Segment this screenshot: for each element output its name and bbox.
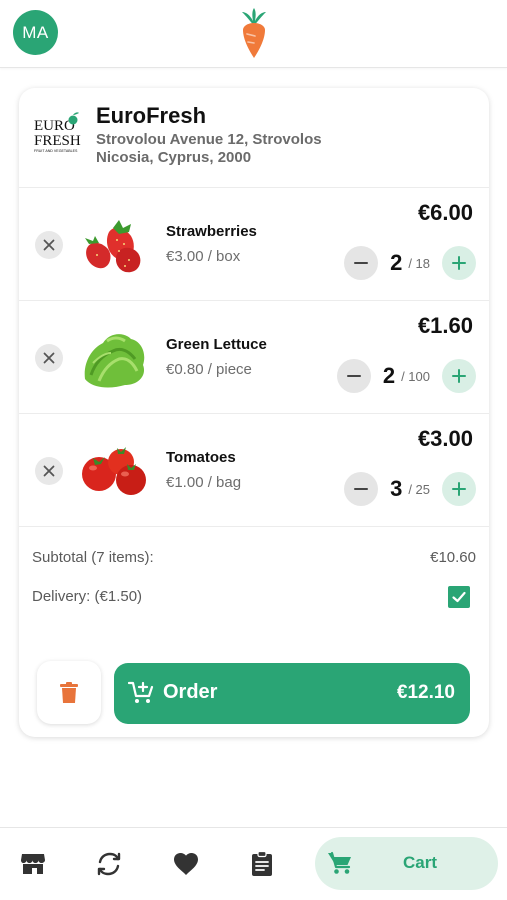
remove-item-button[interactable]: [35, 231, 63, 259]
minus-icon: [354, 262, 369, 264]
nav-cart-label: Cart: [403, 853, 438, 872]
nav-item-orders[interactable]: [248, 850, 276, 878]
quantity-value: 2: [382, 363, 396, 388]
user-avatar[interactable]: MA: [13, 10, 58, 55]
item-total: €1.60: [417, 313, 473, 338]
tomatoes-image: [82, 447, 146, 495]
item-unit-price: €1.00 / bag: [166, 474, 242, 491]
item-name: Green Lettuce: [166, 336, 267, 353]
strawberries-image: [85, 220, 141, 273]
subtotal-label: Subtotal (7 items):: [32, 549, 154, 566]
cart-item: Green Lettuce €0.80 / piece €1.60 2 / 10…: [19, 301, 489, 414]
close-icon: [43, 239, 55, 251]
nav-item-favorites[interactable]: [172, 850, 200, 878]
cart-card: EURO FRESH FRUIT AND VEGETABLES EuroFres…: [19, 88, 489, 737]
quantity-max: / 100: [401, 368, 430, 384]
quantity-stepper: 3 / 25: [344, 472, 476, 506]
store-icon: [21, 854, 45, 874]
order-button[interactable]: Order €12.10: [114, 663, 470, 724]
item-total: €6.00: [417, 200, 473, 225]
order-total: €12.10: [396, 682, 455, 703]
delivery-label: Delivery: (€1.50): [32, 588, 143, 605]
decrease-quantity-button[interactable]: [344, 246, 379, 280]
store-address-line2: Nicosia, Cyprus, 2000: [96, 149, 252, 166]
quantity-value: 2: [390, 250, 403, 275]
increase-quantity-button[interactable]: [442, 246, 476, 280]
add-to-cart-icon: [128, 681, 154, 703]
remove-item-button[interactable]: [35, 457, 63, 485]
cart-icon: [328, 851, 351, 874]
bottom-navigation: Cart: [0, 827, 507, 900]
plus-icon: [452, 256, 466, 270]
store-name[interactable]: EuroFresh: [96, 103, 206, 129]
quantity-max: / 25: [408, 481, 430, 497]
avatar-initials: MA: [22, 22, 49, 42]
subtotal-value: €10.60: [430, 549, 476, 566]
sync-icon: [97, 852, 121, 876]
clipboard-icon: [252, 851, 272, 876]
delivery-checkbox[interactable]: [448, 586, 470, 608]
decrease-quantity-button[interactable]: [336, 359, 371, 393]
cart-item: Strawberries €3.00 / box €6.00 2 / 18: [19, 188, 489, 301]
store-address: Strovolou Avenue 12, Strovolos Nicosia, …: [96, 131, 322, 167]
plus-icon: [452, 369, 466, 383]
close-icon: [43, 352, 55, 364]
store-header: EURO FRESH FRUIT AND VEGETABLES EuroFres…: [19, 88, 489, 188]
item-total: €3.00: [417, 426, 473, 451]
trash-icon: [60, 681, 78, 703]
quantity-stepper: 2 / 100: [336, 359, 476, 393]
quantity-max: / 18: [408, 255, 430, 271]
minus-icon: [354, 488, 369, 490]
nav-item-cart[interactable]: Cart: [315, 837, 498, 890]
carrot-icon: [242, 8, 266, 58]
nav-item-reorder[interactable]: [95, 850, 123, 878]
remove-item-button[interactable]: [35, 344, 63, 372]
item-name: Strawberries: [166, 223, 257, 240]
heart-icon: [174, 853, 198, 875]
increase-quantity-button[interactable]: [442, 359, 476, 393]
cart-item: Tomatoes €1.00 / bag €3.00 3 / 25: [19, 414, 489, 527]
order-label: Order: [163, 681, 218, 703]
app-header: MA: [0, 0, 507, 68]
quantity-value: 3: [390, 476, 403, 501]
quantity-stepper: 2 / 18: [344, 246, 476, 280]
nav-item-stores[interactable]: [19, 850, 47, 878]
item-unit-price: €0.80 / piece: [166, 361, 252, 378]
item-name: Tomatoes: [166, 449, 236, 466]
store-address-line1: Strovolou Avenue 12, Strovolos: [96, 131, 322, 148]
close-icon: [43, 465, 55, 477]
increase-quantity-button[interactable]: [442, 472, 476, 506]
clear-cart-button[interactable]: [37, 661, 101, 724]
plus-icon: [452, 482, 466, 496]
eurofresh-logo: EURO FRESH FRUIT AND VEGETABLES: [34, 112, 81, 153]
check-icon: [452, 591, 466, 603]
svg-text:FRESH: FRESH: [34, 133, 81, 149]
svg-text:FRUIT AND VEGETABLES: FRUIT AND VEGETABLES: [34, 149, 78, 153]
minus-icon: [346, 375, 361, 377]
lettuce-image: [84, 334, 145, 388]
item-unit-price: €3.00 / box: [166, 248, 241, 265]
decrease-quantity-button[interactable]: [344, 472, 379, 506]
